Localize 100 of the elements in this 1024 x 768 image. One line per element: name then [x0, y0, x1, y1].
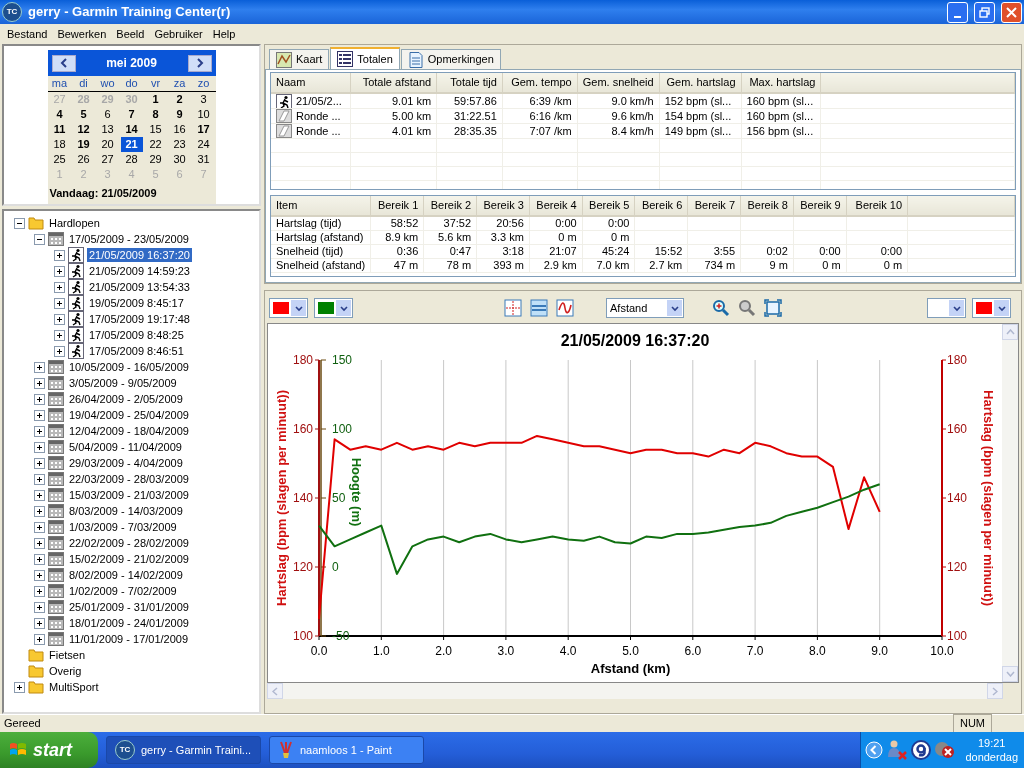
menu-item[interactable]: Bewerken	[52, 25, 112, 43]
axis-dropdown[interactable]: Afstand	[606, 298, 684, 318]
tab[interactable]: Kaart	[269, 49, 330, 69]
expand-icon[interactable]	[34, 633, 45, 645]
tree-item[interactable]: 10/05/2009 - 16/05/2009	[67, 360, 191, 374]
calendar-day[interactable]: 9	[168, 107, 191, 122]
calendar-day[interactable]: 15	[144, 122, 167, 137]
tree-item[interactable]: 19/05/2009 8:45:17	[87, 296, 186, 310]
minimize-button[interactable]	[947, 1, 968, 23]
expand-icon[interactable]	[34, 377, 45, 389]
next-month-button[interactable]	[187, 54, 212, 72]
calendar-day[interactable]: 26	[72, 152, 95, 167]
restore-button[interactable]	[974, 1, 995, 23]
column-header[interactable]: Bereik 10	[846, 196, 908, 216]
expand-icon[interactable]	[34, 553, 45, 565]
expand-icon[interactable]	[34, 521, 45, 533]
calendar-day[interactable]: 29	[144, 152, 167, 167]
expand-icon[interactable]	[34, 393, 45, 405]
menu-item[interactable]: Gebruiker	[149, 25, 208, 43]
tree-item[interactable]: 29/03/2009 - 4/04/2009	[67, 456, 185, 470]
tree-item[interactable]: 3/05/2009 - 9/05/2009	[67, 376, 179, 390]
calendar-day[interactable]: 5	[72, 107, 95, 122]
tree-item[interactable]: Hardlopen	[47, 216, 102, 230]
menu-item[interactable]: Help	[207, 25, 241, 43]
expand-icon[interactable]	[34, 489, 45, 501]
column-header[interactable]: Naam	[271, 73, 351, 93]
expand-icon[interactable]	[14, 681, 25, 693]
calendar-day[interactable]: 6	[96, 107, 119, 122]
calendar-day[interactable]: 21	[120, 137, 143, 152]
tree-item[interactable]: Fietsen	[47, 648, 88, 662]
zoom-out-icon[interactable]	[738, 299, 756, 317]
tree-item[interactable]: MultiSport	[47, 680, 101, 694]
expand-icon[interactable]	[34, 425, 45, 437]
expand-icon[interactable]	[34, 601, 45, 613]
tree-item[interactable]: Overig	[47, 664, 84, 678]
expand-icon[interactable]	[34, 441, 45, 453]
tree-item[interactable]: 8/03/2009 - 14/03/2009	[67, 504, 185, 518]
calendar-day[interactable]: 31	[192, 152, 215, 167]
calendar-day[interactable]: 14	[120, 122, 143, 137]
calendar-day[interactable]: 1	[144, 92, 167, 107]
calendar-day[interactable]: 11	[48, 122, 71, 137]
tree-item[interactable]: 15/03/2009 - 21/03/2009	[67, 488, 191, 502]
expand-icon[interactable]	[54, 265, 65, 277]
tree-item[interactable]: 26/04/2009 - 2/05/2009	[67, 392, 185, 406]
expand-icon[interactable]	[34, 585, 45, 597]
tree-item[interactable]: 19/04/2009 - 25/04/2009	[67, 408, 191, 422]
fit-icon[interactable]	[764, 299, 782, 317]
g-circle-icon[interactable]	[911, 740, 932, 760]
column-header[interactable]: Gem. snelheid	[577, 73, 660, 93]
expand-icon[interactable]	[54, 297, 65, 309]
network-user-icon[interactable]	[886, 739, 909, 761]
chevron-left-icon[interactable]	[865, 741, 884, 759]
calendar-day[interactable]: 22	[144, 137, 167, 152]
column-header[interactable]: Item	[271, 196, 371, 216]
expand-icon[interactable]	[54, 281, 65, 293]
taskbar-button[interactable]: naamloos 1 - Paint	[269, 736, 424, 764]
wave-icon[interactable]	[556, 299, 574, 317]
expand-icon[interactable]	[34, 409, 45, 421]
tree-item[interactable]: 1/02/2009 - 7/02/2009	[67, 584, 179, 598]
crosshair-icon[interactable]	[504, 299, 522, 317]
calendar-day[interactable]: 4	[48, 107, 71, 122]
zoom-in-icon[interactable]	[712, 299, 730, 317]
collapse-icon[interactable]	[34, 233, 45, 245]
calendar-day[interactable]: 19	[72, 137, 95, 152]
tree-item[interactable]: 1/03/2009 - 7/03/2009	[67, 520, 179, 534]
tree-item[interactable]: 15/02/2009 - 21/02/2009	[67, 552, 191, 566]
column-header[interactable]: Bereik 2	[423, 196, 477, 216]
tree-item[interactable]: 8/02/2009 - 14/02/2009	[67, 568, 185, 582]
calendar-day[interactable]: 18	[48, 137, 71, 152]
column-header[interactable]: Bereik 8	[740, 196, 794, 216]
bands-icon[interactable]	[530, 299, 548, 317]
column-header[interactable]: Totale tijd	[436, 73, 503, 93]
expand-icon[interactable]	[34, 537, 45, 549]
tree-item[interactable]: 17/05/2009 8:48:25	[87, 328, 186, 342]
calendar-day[interactable]: 23	[168, 137, 191, 152]
calendar-day[interactable]: 12	[72, 122, 95, 137]
color-picker[interactable]	[927, 298, 966, 318]
tree-item[interactable]: 5/04/2009 - 11/04/2009	[67, 440, 184, 454]
expand-icon[interactable]	[34, 473, 45, 485]
calendar-day[interactable]: 24	[192, 137, 215, 152]
calendar-day[interactable]: 30	[168, 152, 191, 167]
calendar-day[interactable]: 2	[168, 92, 191, 107]
calendar-day[interactable]: 10	[192, 107, 215, 122]
tree-item[interactable]: 17/05/2009 - 23/05/2009	[67, 232, 191, 246]
tree-item[interactable]: 21/05/2009 16:37:20	[87, 248, 192, 262]
tree-item[interactable]: 21/05/2009 13:54:33	[87, 280, 192, 294]
column-header[interactable]: Totale afstand	[350, 73, 437, 93]
expand-icon[interactable]	[54, 313, 65, 325]
close-button[interactable]	[1001, 1, 1022, 23]
column-header[interactable]: Max. hartslag	[741, 73, 821, 93]
tab[interactable]: Opmerkingen	[400, 49, 501, 69]
column-header[interactable]: Bereik 7	[687, 196, 741, 216]
calendar-day[interactable]: 20	[96, 137, 119, 152]
expand-icon[interactable]	[34, 361, 45, 373]
menu-item[interactable]: Bestand	[2, 25, 53, 43]
expand-icon[interactable]	[34, 457, 45, 469]
color-picker[interactable]	[269, 298, 308, 318]
column-header[interactable]: Bereik 9	[793, 196, 847, 216]
tree-item[interactable]: 18/01/2009 - 24/01/2009	[67, 616, 191, 630]
tree-item[interactable]: 12/04/2009 - 18/04/2009	[67, 424, 191, 438]
